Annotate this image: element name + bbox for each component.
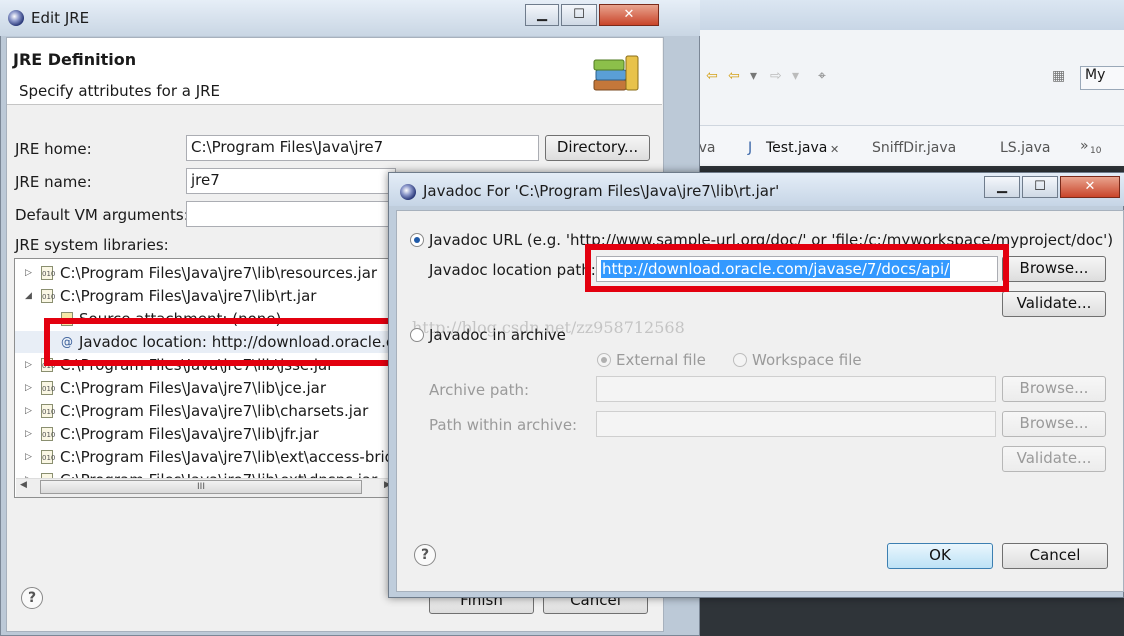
- javadoc-archive-label[interactable]: Javadoc in archive: [429, 326, 566, 344]
- validate-button[interactable]: Validate...: [1002, 291, 1106, 317]
- tree-item-label: C:\Program Files\Java\jre7\lib\charsets.…: [60, 402, 369, 420]
- archive-browse-button[interactable]: Browse...: [1002, 376, 1106, 402]
- maximize-button[interactable]: ☐: [561, 4, 597, 26]
- jre-name-field[interactable]: jre7: [186, 168, 396, 194]
- close-icon[interactable]: ✕: [830, 143, 839, 156]
- path-within-archive-label: Path within archive:: [429, 416, 578, 434]
- tree-item-label: C:\Program Files\Java\jre7\lib\rt.jar: [60, 287, 317, 305]
- jar-icon: 010: [41, 266, 55, 280]
- jar-icon: 010: [41, 381, 55, 395]
- directory-button[interactable]: Directory...: [545, 135, 650, 161]
- help-icon[interactable]: ?: [21, 587, 43, 609]
- location-path-label: Javadoc location path:: [429, 261, 596, 279]
- perspective-my-button[interactable]: My: [1080, 66, 1124, 90]
- ok-button[interactable]: OK: [887, 543, 993, 569]
- tree-item-label: C:\Program Files\Java\jre7\lib\resources…: [60, 264, 378, 282]
- minimize-button[interactable]: ▁: [984, 176, 1020, 198]
- jre-name-label: JRE name:: [15, 173, 92, 191]
- external-file-label[interactable]: External file: [616, 351, 706, 369]
- background-titlebar: [690, 0, 1124, 30]
- jre-home-label: JRE home:: [15, 140, 92, 158]
- jar-icon: 010: [41, 404, 55, 418]
- maximize-button[interactable]: ☐: [1022, 176, 1058, 198]
- jar-icon: 010: [41, 427, 55, 441]
- path-within-archive-field[interactable]: [596, 411, 996, 437]
- system-libraries-label: JRE system libraries:: [15, 236, 169, 254]
- expand-icon[interactable]: ▷: [25, 354, 32, 376]
- library-books-icon: [593, 55, 639, 91]
- red-highlight-box: [44, 318, 398, 366]
- expand-icon[interactable]: ▷: [25, 262, 32, 284]
- red-highlight-box: [585, 244, 1009, 292]
- help-icon[interactable]: ?: [414, 544, 436, 566]
- eclipse-icon: [400, 184, 416, 200]
- scrollbar-thumb[interactable]: III: [40, 480, 362, 494]
- header-title: JRE Definition: [13, 50, 137, 69]
- header-subtitle: Specify attributes for a JRE: [19, 82, 221, 100]
- forward-arrow-icon[interactable]: ⇨: [770, 68, 782, 84]
- expand-icon[interactable]: ▷: [25, 400, 32, 422]
- archive-path-label: Archive path:: [429, 381, 530, 399]
- javadoc-cancel-button[interactable]: Cancel: [1002, 543, 1108, 569]
- chevron-down-icon[interactable]: ▾: [750, 68, 757, 84]
- javadoc-archive-radio[interactable]: [410, 328, 424, 342]
- tab-test-java[interactable]: Test.java: [766, 140, 827, 156]
- collapse-icon[interactable]: ◢: [25, 285, 32, 307]
- browse-button[interactable]: Browse...: [1002, 256, 1106, 282]
- jre-home-field[interactable]: C:\Program Files\Java\jre7: [186, 135, 539, 161]
- jar-icon: 010: [41, 450, 55, 464]
- java-file-icon: J: [748, 140, 753, 156]
- eclipse-icon: [8, 10, 24, 26]
- archive-path-field[interactable]: [596, 376, 996, 402]
- tab-sniffdir-java[interactable]: SniffDir.java: [872, 140, 956, 156]
- perspective-icon[interactable]: ▦: [1052, 68, 1065, 84]
- minimize-button[interactable]: ▁: [525, 4, 559, 26]
- tree-item-label: C:\Program Files\Java\jre7\lib\ext\acces…: [60, 448, 400, 466]
- scroll-left-icon[interactable]: ◀: [20, 480, 27, 490]
- more-tabs-icon[interactable]: »: [1080, 138, 1089, 154]
- chevron-down-icon[interactable]: ▾: [792, 68, 799, 84]
- close-button[interactable]: ✕: [1060, 176, 1120, 198]
- more-tabs-count: 10: [1090, 146, 1102, 156]
- back-arrow-icon[interactable]: ⇦: [706, 68, 718, 84]
- vm-arguments-field[interactable]: [186, 201, 396, 227]
- tab-ls-java[interactable]: LS.java: [1000, 140, 1050, 156]
- external-file-radio[interactable]: [597, 353, 611, 367]
- tree-item-label: C:\Program Files\Java\jre7\lib\jce.jar: [60, 379, 327, 397]
- workspace-file-radio[interactable]: [733, 353, 747, 367]
- within-browse-button[interactable]: Browse...: [1002, 411, 1106, 437]
- javadoc-url-radio[interactable]: [410, 233, 424, 247]
- tree-item-label: C:\Program Files\Java\jre7\lib\jfr.jar: [60, 425, 319, 443]
- expand-icon[interactable]: ▷: [25, 377, 32, 399]
- vm-arguments-label: Default VM arguments:: [15, 206, 189, 224]
- expand-icon[interactable]: ▷: [25, 446, 32, 468]
- edit-jre-title: Edit JRE: [31, 9, 90, 27]
- expand-icon[interactable]: ▷: [25, 423, 32, 445]
- pin-icon[interactable]: ⌖: [818, 68, 826, 84]
- jar-icon: 010: [41, 289, 55, 303]
- archive-validate-button[interactable]: Validate...: [1002, 446, 1106, 472]
- close-button[interactable]: ✕: [599, 4, 659, 26]
- javadoc-dialog-title: Javadoc For 'C:\Program Files\Java\jre7\…: [423, 182, 780, 200]
- workspace-file-label[interactable]: Workspace file: [752, 351, 862, 369]
- system-libraries-tree[interactable]: ▷ 010 C:\Program Files\Java\jre7\lib\res…: [14, 258, 400, 498]
- previous-edit-icon[interactable]: ⇦: [728, 68, 740, 84]
